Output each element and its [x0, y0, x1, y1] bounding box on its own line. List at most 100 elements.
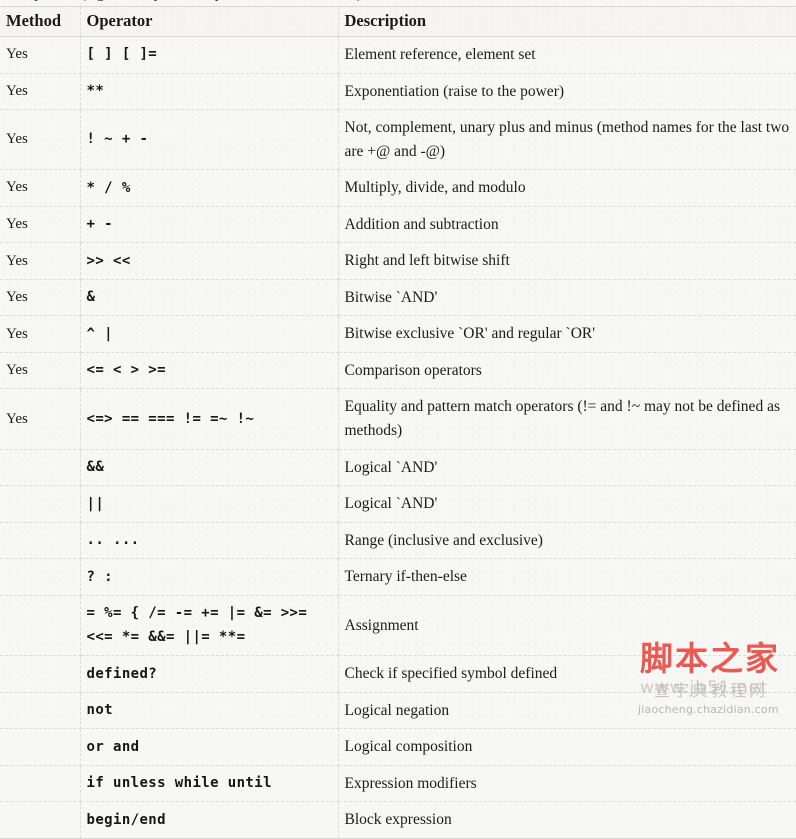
- cell-operator: not: [80, 692, 339, 730]
- cell-operator: + -: [80, 206, 339, 244]
- operator-line: + -: [86, 216, 113, 233]
- table-row: Yes <= < > >= Comparison operators: [0, 352, 796, 390]
- table-row: Yes + - Addition and subtraction: [0, 206, 796, 244]
- table-row: or and Logical composition: [0, 728, 796, 766]
- operator-line: **: [86, 82, 105, 99]
- cell-description: Logical composition: [338, 728, 796, 766]
- cell-operator: ! ~ + -: [80, 109, 339, 171]
- operator-line: <<= *= &&= ||= **=: [86, 629, 246, 646]
- cell-description: Multiply, divide, and modulo: [338, 169, 796, 207]
- operator-line: or and: [86, 738, 140, 755]
- table-row: Yes ** Exponentiation (raise to the power): [0, 73, 796, 111]
- cell-method: [0, 522, 81, 560]
- cell-method: Yes: [0, 169, 81, 207]
- cell-description: Bitwise `AND': [338, 279, 796, 317]
- cell-description: Block expression: [338, 801, 796, 839]
- cell-description: Expression modifiers: [338, 765, 796, 803]
- table-row: .. ... Range (inclusive and exclusive): [0, 522, 796, 560]
- table-row: Yes ! ~ + - Not, complement, unary plus an…: [0, 109, 796, 171]
- operator-line: <=> == === != =~ !~: [86, 410, 255, 427]
- clipped-top-text-line: the operator (e.g. the * operator is par…: [0, 0, 796, 6]
- column-header-method: Method: [0, 6, 81, 37]
- table-row: && Logical `AND': [0, 449, 796, 487]
- table-row: Yes ^ | Bitwise exclusive `OR' and regular…: [0, 315, 796, 353]
- cell-operator: <=> == === != =~ !~: [80, 388, 339, 450]
- clipped-top-text: the operator (e.g. the * operator is par…: [4, 0, 362, 3]
- cell-method: Yes: [0, 352, 81, 390]
- operator-line: ! ~ + -: [86, 131, 149, 148]
- cell-description: Range (inclusive and exclusive): [338, 522, 796, 560]
- cell-operator: begin/end: [80, 801, 339, 839]
- table-row: defined? Check if specified symbol define…: [0, 655, 796, 693]
- cell-description: Element reference, element set: [338, 36, 796, 74]
- cell-method: Yes: [0, 315, 81, 353]
- operator-line: ||: [86, 495, 105, 512]
- cell-description: Exponentiation (raise to the power): [338, 73, 796, 111]
- cell-operator: defined?: [80, 655, 339, 693]
- operator-line: not: [86, 702, 113, 719]
- cell-method: Yes: [0, 73, 81, 111]
- cell-operator: if unless while until: [80, 765, 339, 803]
- operator-line: defined?: [86, 665, 158, 682]
- table-row: begin/end Block expression: [0, 801, 796, 839]
- cell-description: Equality and pattern match operators (!=…: [338, 388, 796, 450]
- operator-line: ^ |: [86, 325, 113, 342]
- operator-line: * / %: [86, 179, 131, 196]
- cell-method: [0, 595, 81, 657]
- table-row: Yes & Bitwise `AND': [0, 279, 796, 317]
- cell-method: [0, 558, 81, 596]
- cell-operator: = %= { /= -= += |= &= >>= <<= *= &&= ||= …: [80, 595, 339, 657]
- cell-operator: >> <<: [80, 242, 339, 280]
- cell-operator: [ ] [ ]=: [80, 36, 339, 74]
- cell-description: Ternary if-then-else: [338, 558, 796, 596]
- cell-method: Yes: [0, 279, 81, 317]
- cell-description: Logical `AND': [338, 485, 796, 523]
- cell-operator: ||: [80, 485, 339, 523]
- operator-line: if unless while until: [86, 775, 272, 792]
- cell-description: Addition and subtraction: [338, 206, 796, 244]
- cell-description: Assignment: [338, 595, 796, 657]
- cell-description: Not, complement, unary plus and minus (m…: [338, 109, 796, 171]
- ruby-operators-table: Method Operator Description Yes [ ] [ ]= E…: [0, 6, 796, 839]
- table-row: Yes <=> == === != =~ !~ Equality and patte…: [0, 388, 796, 450]
- cell-method: [0, 765, 81, 803]
- cell-operator: or and: [80, 728, 339, 766]
- cell-method: Yes: [0, 36, 81, 74]
- cell-method: Yes: [0, 388, 81, 450]
- cell-method: [0, 485, 81, 523]
- cell-operator: * / %: [80, 169, 339, 207]
- operator-line: ? :: [86, 568, 113, 585]
- table-row: Yes [ ] [ ]= Element reference, element se…: [0, 36, 796, 74]
- operator-line: [ ] [ ]=: [86, 46, 158, 63]
- cell-method: Yes: [0, 109, 81, 171]
- cell-method: Yes: [0, 242, 81, 280]
- cell-method: [0, 449, 81, 487]
- operator-line: >> <<: [86, 252, 131, 269]
- cell-operator: .. ...: [80, 522, 339, 560]
- cell-operator: ? :: [80, 558, 339, 596]
- cell-method: [0, 728, 81, 766]
- column-header-description: Description: [338, 6, 796, 37]
- cell-description: Bitwise exclusive `OR' and regular `OR': [338, 315, 796, 353]
- operator-line: begin/end: [86, 811, 166, 828]
- cell-operator: <= < > >=: [80, 352, 339, 390]
- table-row: ? : Ternary if-then-else: [0, 558, 796, 596]
- column-header-operator: Operator: [80, 6, 339, 37]
- cell-description: Logical `AND': [338, 449, 796, 487]
- operator-line: .. ...: [86, 532, 140, 549]
- cell-description: Logical negation: [338, 692, 796, 730]
- cell-method: [0, 692, 81, 730]
- cell-operator: **: [80, 73, 339, 111]
- operator-line: &: [86, 289, 96, 306]
- cell-description: Right and left bitwise shift: [338, 242, 796, 280]
- operator-line: = %= { /= -= += |= &= >>=: [86, 604, 308, 621]
- operator-line: &&: [86, 459, 105, 475]
- cell-operator: &: [80, 279, 339, 317]
- cell-operator: ^ |: [80, 315, 339, 353]
- table-row: Yes >> << Right and left bitwise shift: [0, 242, 796, 280]
- table-row: Yes * / % Multiply, divide, and modulo: [0, 169, 796, 207]
- table-body: Yes [ ] [ ]= Element reference, element se…: [0, 36, 796, 839]
- operator-line: <= < > >=: [86, 362, 166, 379]
- table-row: = %= { /= -= += |= &= >>= <<= *= &&= ||= …: [0, 595, 796, 657]
- table-head: Method Operator Description: [0, 6, 796, 37]
